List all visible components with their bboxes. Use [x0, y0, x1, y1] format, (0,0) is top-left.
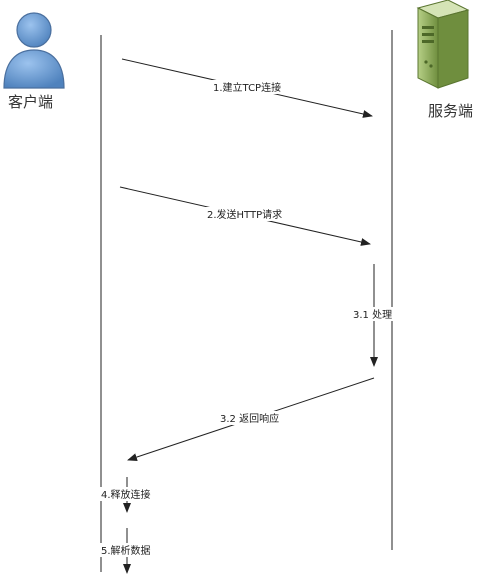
message-label-2: 2.发送HTTP请求: [207, 208, 282, 221]
server-label: 服务端: [428, 102, 473, 120]
server-icon: [416, 0, 470, 89]
message-label-5: 5.解析数据: [101, 544, 151, 557]
http-sequence-diagram: 客户端 服务端 1.建立TCP连接 2.发送HTTP请求 3.1 处理 3.2 …: [3, 0, 473, 574]
message-label-3-1: 3.1 处理: [353, 309, 392, 321]
message-label-3-2: 3.2 返回响应: [220, 412, 279, 425]
user-icon: [3, 12, 65, 89]
message-label-4: 4.释放连接: [101, 488, 151, 501]
client-label: 客户端: [8, 93, 53, 111]
message-label-1: 1.建立TCP连接: [213, 81, 281, 94]
